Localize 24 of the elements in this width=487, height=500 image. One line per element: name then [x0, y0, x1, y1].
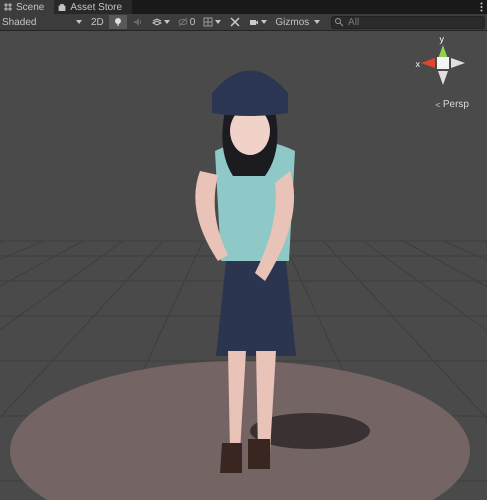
chevron-icon — [434, 102, 441, 106]
projection-label[interactable]: Persp — [442, 99, 469, 110]
tools-icon — [230, 17, 240, 27]
caret-icon — [76, 20, 82, 24]
tab[interactable]: Scene — [0, 0, 54, 14]
y-axis-label: y — [440, 34, 444, 44]
hash-icon — [4, 3, 12, 11]
grid-icon — [203, 17, 214, 27]
search-field[interactable]: All — [331, 16, 485, 28]
eye-slash-icon — [178, 17, 188, 27]
caret-icon — [314, 20, 320, 24]
speaker-icon — [132, 17, 143, 27]
shopping-bag-icon — [58, 3, 66, 11]
camera-icon — [249, 17, 260, 27]
x-axis-label: x — [416, 59, 420, 69]
lightbulb-button[interactable] — [108, 15, 127, 29]
caret-icon — [261, 20, 268, 24]
search-icon — [334, 17, 344, 27]
tab[interactable]: Asset Store — [54, 0, 132, 14]
more-options-icon[interactable] — [480, 2, 483, 12]
caret-icon — [164, 20, 170, 24]
caret-icon — [215, 20, 222, 24]
layers-icon — [152, 17, 162, 27]
lightbulb-icon — [112, 17, 123, 27]
